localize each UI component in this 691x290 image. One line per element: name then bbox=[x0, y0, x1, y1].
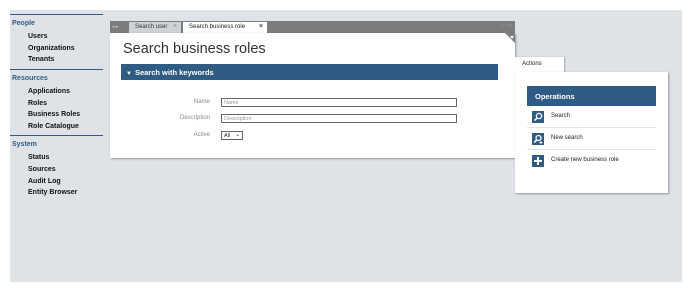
operation-label: Create new business role bbox=[551, 157, 619, 163]
sidebar-item-roles[interactable]: Roles bbox=[10, 97, 103, 109]
sidebar-section-title: System bbox=[10, 135, 103, 150]
search-keywords-section-header[interactable]: ▼ Search with keywords bbox=[121, 64, 498, 80]
sidebar-item-applications[interactable]: Applications bbox=[10, 86, 103, 98]
sidebar-item-audit-log[interactable]: Audit Log bbox=[10, 175, 103, 187]
close-icon[interactable]: × bbox=[173, 23, 177, 30]
sidebar-item-status[interactable]: Status bbox=[10, 152, 103, 164]
sidebar-section-resources: Resources Applications Roles Business Ro… bbox=[10, 68, 103, 133]
collapse-corner-icon[interactable] bbox=[505, 33, 515, 43]
sidebar-item-sources[interactable]: Sources bbox=[10, 164, 103, 176]
operations-header: Operations bbox=[527, 86, 656, 106]
operation-label: New search bbox=[551, 135, 583, 141]
actions-panel: Operations Search New search Create new … bbox=[515, 72, 668, 193]
sidebar-item-tenants[interactable]: Tenants bbox=[10, 54, 103, 66]
window-buttons[interactable]: ▫ ▭ bbox=[502, 23, 513, 29]
tab-bar: ◂ ▸ Search user × Search business role ×… bbox=[110, 21, 515, 33]
create-business-role-operation[interactable]: Create new business role bbox=[527, 150, 656, 172]
tab-label: Search user bbox=[135, 24, 168, 30]
sidebar-section-people: People Users Organizations Tenants bbox=[10, 14, 103, 66]
name-row: Name bbox=[110, 98, 515, 108]
sidebar-item-organizations[interactable]: Organizations bbox=[10, 43, 103, 55]
active-select[interactable]: All ⌄ bbox=[221, 131, 243, 140]
search-operation[interactable]: Search bbox=[527, 106, 656, 128]
sidebar-section-system: System Status Sources Audit Log Entity B… bbox=[10, 135, 103, 198]
new-search-operation[interactable]: New search bbox=[527, 128, 656, 150]
active-select-value: All bbox=[224, 132, 231, 139]
sidebar-item-entity-browser[interactable]: Entity Browser bbox=[10, 187, 103, 199]
active-label: Active bbox=[193, 132, 210, 138]
tab-search-user[interactable]: Search user × bbox=[129, 22, 181, 33]
description-row: Description bbox=[110, 114, 515, 124]
sidebar-item-business-roles[interactable]: Business Roles bbox=[10, 109, 103, 121]
search-panel: Search business roles ▼ Search with keywo… bbox=[110, 33, 515, 158]
sidebar-item-role-catalogue[interactable]: Role Catalogue bbox=[10, 121, 103, 133]
description-input[interactable] bbox=[221, 114, 457, 123]
tab-label: Actions bbox=[522, 61, 542, 67]
tab-search-business-role[interactable]: Search business role × bbox=[183, 22, 267, 33]
tab-scroll-arrows[interactable]: ◂ ▸ bbox=[112, 24, 118, 30]
close-icon[interactable]: × bbox=[259, 23, 263, 30]
sidebar-item-users[interactable]: Users bbox=[10, 31, 103, 43]
expand-triangle-icon: ▼ bbox=[126, 70, 132, 77]
description-label: Description bbox=[179, 115, 210, 121]
new-search-icon bbox=[532, 133, 544, 145]
active-row: Active All ⌄ bbox=[110, 131, 515, 141]
search-icon bbox=[532, 111, 544, 123]
sidebar-section-title: People bbox=[10, 14, 103, 29]
sidebar-section-title: Resources bbox=[10, 68, 103, 84]
app-window: People Users Organizations Tenants Resou… bbox=[10, 10, 682, 282]
tab-label: Search business role bbox=[189, 24, 246, 30]
chevron-down-icon: ⌄ bbox=[235, 132, 240, 138]
page-title: Search business roles bbox=[123, 41, 266, 57]
operation-label: Search bbox=[551, 113, 571, 119]
plus-icon bbox=[532, 155, 544, 167]
sidebar: People Users Organizations Tenants Resou… bbox=[10, 14, 103, 202]
section-title: Search with keywords bbox=[134, 67, 214, 77]
name-label: Name bbox=[193, 99, 210, 105]
name-input[interactable] bbox=[221, 98, 457, 107]
